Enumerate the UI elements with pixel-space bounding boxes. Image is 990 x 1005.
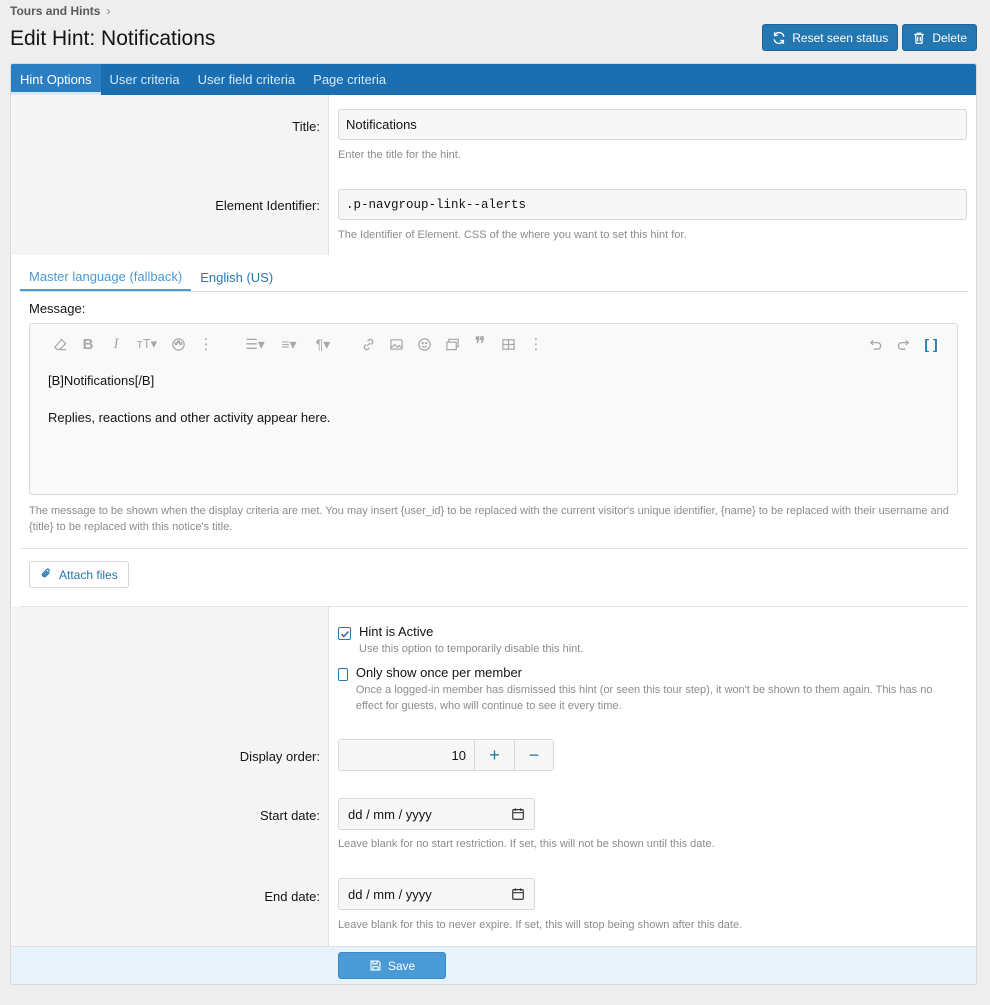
calendar-icon[interactable] <box>511 807 525 821</box>
element-identifier-input[interactable]: .p-navgroup-link--alerts <box>338 189 967 220</box>
save-button[interactable]: Save <box>338 952 446 979</box>
image-icon[interactable] <box>382 330 410 358</box>
decrement-button[interactable]: − <box>514 740 553 770</box>
smiley-icon[interactable] <box>410 330 438 358</box>
eraser-icon[interactable] <box>46 330 74 358</box>
delete-label: Delete <box>932 30 967 45</box>
breadcrumb: Tours and Hints › <box>10 4 110 18</box>
show-once-label: Only show once per member <box>355 665 523 680</box>
media-icon[interactable] <box>438 330 466 358</box>
trash-icon <box>914 32 925 44</box>
save-label: Save <box>387 958 416 973</box>
list-icon[interactable]: ☰▾ <box>238 330 272 358</box>
edit-form: Hint Options User criteria User field cr… <box>10 63 977 985</box>
form-footer: Save <box>11 946 976 984</box>
tab-page-criteria[interactable]: Page criteria <box>304 64 395 95</box>
save-icon <box>370 960 381 971</box>
message-editor[interactable]: B I тT▾ ⋮ ☰▾ ≡▾ ¶▾ ❞ ⋮ [ ] [B]Notificati… <box>29 323 958 495</box>
tab-bar: Hint Options User criteria User field cr… <box>11 64 976 95</box>
attach-files-button[interactable]: Attach files <box>29 561 129 588</box>
font-size-icon[interactable]: тT▾ <box>130 330 164 358</box>
start-date-hint: Leave blank for no start restriction. If… <box>338 838 715 850</box>
refresh-icon <box>773 31 785 44</box>
editor-line: Replies, reactions and other activity ap… <box>48 410 331 425</box>
table-icon[interactable] <box>494 330 522 358</box>
breadcrumb-item[interactable]: Tours and Hints <box>10 4 100 18</box>
title-input[interactable]: Notifications <box>338 109 967 140</box>
start-date-value: dd / mm / yyyy <box>348 806 432 822</box>
editor-toolbar: B I тT▾ ⋮ ☰▾ ≡▾ ¶▾ ❞ ⋮ <box>30 324 957 364</box>
page-actions: Reset seen status Delete <box>762 24 977 51</box>
redo-icon[interactable] <box>889 330 917 358</box>
editor-toolbar-right: [ ] <box>861 330 945 358</box>
display-order-stepper: 10 + − <box>338 739 554 771</box>
divider <box>20 548 968 549</box>
hint-active-label: Hint is Active <box>359 624 434 639</box>
title-hint: Enter the title for the hint. <box>338 149 461 161</box>
hint-active-checkbox[interactable] <box>338 627 351 640</box>
end-date-input[interactable]: dd / mm / yyyy <box>338 878 535 910</box>
bbcode-toggle-icon[interactable]: [ ] <box>917 330 945 358</box>
palette-icon[interactable] <box>164 330 192 358</box>
page-title: Edit Hint: Notifications <box>10 27 216 50</box>
end-date-hint: Leave blank for this to never expire. If… <box>338 919 743 931</box>
increment-button[interactable]: + <box>475 740 514 770</box>
tab-user-criteria[interactable]: User criteria <box>101 64 189 95</box>
tab-english-us[interactable]: English (US) <box>191 264 282 291</box>
end-date-label: End date: <box>264 889 320 904</box>
message-label: Message: <box>29 301 86 316</box>
tab-master-language[interactable]: Master language (fallback) <box>20 264 192 291</box>
bold-icon[interactable]: B <box>74 330 102 358</box>
hint-active-hint: Use this option to temporarily disable t… <box>359 643 584 655</box>
attach-files-label: Attach files <box>59 567 118 582</box>
language-tabs: Master language (fallback) English (US) <box>20 264 968 292</box>
align-icon[interactable]: ≡▾ <box>272 330 306 358</box>
show-once-checkbox[interactable] <box>338 668 348 681</box>
show-once-option[interactable]: Only show once per member Once a logged-… <box>338 665 958 714</box>
element-identifier-hint: The Identifier of Element. CSS of the wh… <box>338 229 687 241</box>
editor-content[interactable]: [B]Notifications[/B] Replies, reactions … <box>48 372 331 427</box>
chevron-right-icon: › <box>106 4 111 18</box>
start-date-input[interactable]: dd / mm / yyyy <box>338 798 535 830</box>
divider <box>20 606 968 607</box>
tab-hint-options[interactable]: Hint Options <box>11 64 101 95</box>
display-order-label: Display order: <box>239 749 320 764</box>
start-date-label: Start date: <box>260 808 320 823</box>
reset-seen-status-label: Reset seen status <box>792 30 889 45</box>
checkmark-icon <box>340 630 349 638</box>
paperclip-icon <box>40 567 53 583</box>
delete-button[interactable]: Delete <box>902 24 977 51</box>
paragraph-icon[interactable]: ¶▾ <box>306 330 340 358</box>
italic-icon[interactable]: I <box>102 330 130 358</box>
more-options-icon[interactable]: ⋮ <box>522 330 550 358</box>
display-order-input[interactable]: 10 <box>339 740 475 770</box>
element-identifier-label: Element Identifier: <box>215 198 320 213</box>
link-icon[interactable] <box>354 330 382 358</box>
message-hint: The message to be shown when the display… <box>29 505 949 533</box>
show-once-hint: Once a logged-in member has dismissed th… <box>355 684 933 712</box>
tab-user-field-criteria[interactable]: User field criteria <box>189 64 305 95</box>
undo-icon[interactable] <box>861 330 889 358</box>
reset-seen-status-button[interactable]: Reset seen status <box>762 24 899 51</box>
quote-icon[interactable]: ❞ <box>466 330 494 358</box>
title-label: Title: <box>292 119 320 134</box>
more-options-icon[interactable]: ⋮ <box>192 330 220 358</box>
editor-line: [B]Notifications[/B] <box>48 373 155 388</box>
calendar-icon[interactable] <box>511 887 525 901</box>
hint-active-option[interactable]: Hint is Active Use this option to tempor… <box>338 624 583 657</box>
end-date-value: dd / mm / yyyy <box>348 886 432 902</box>
